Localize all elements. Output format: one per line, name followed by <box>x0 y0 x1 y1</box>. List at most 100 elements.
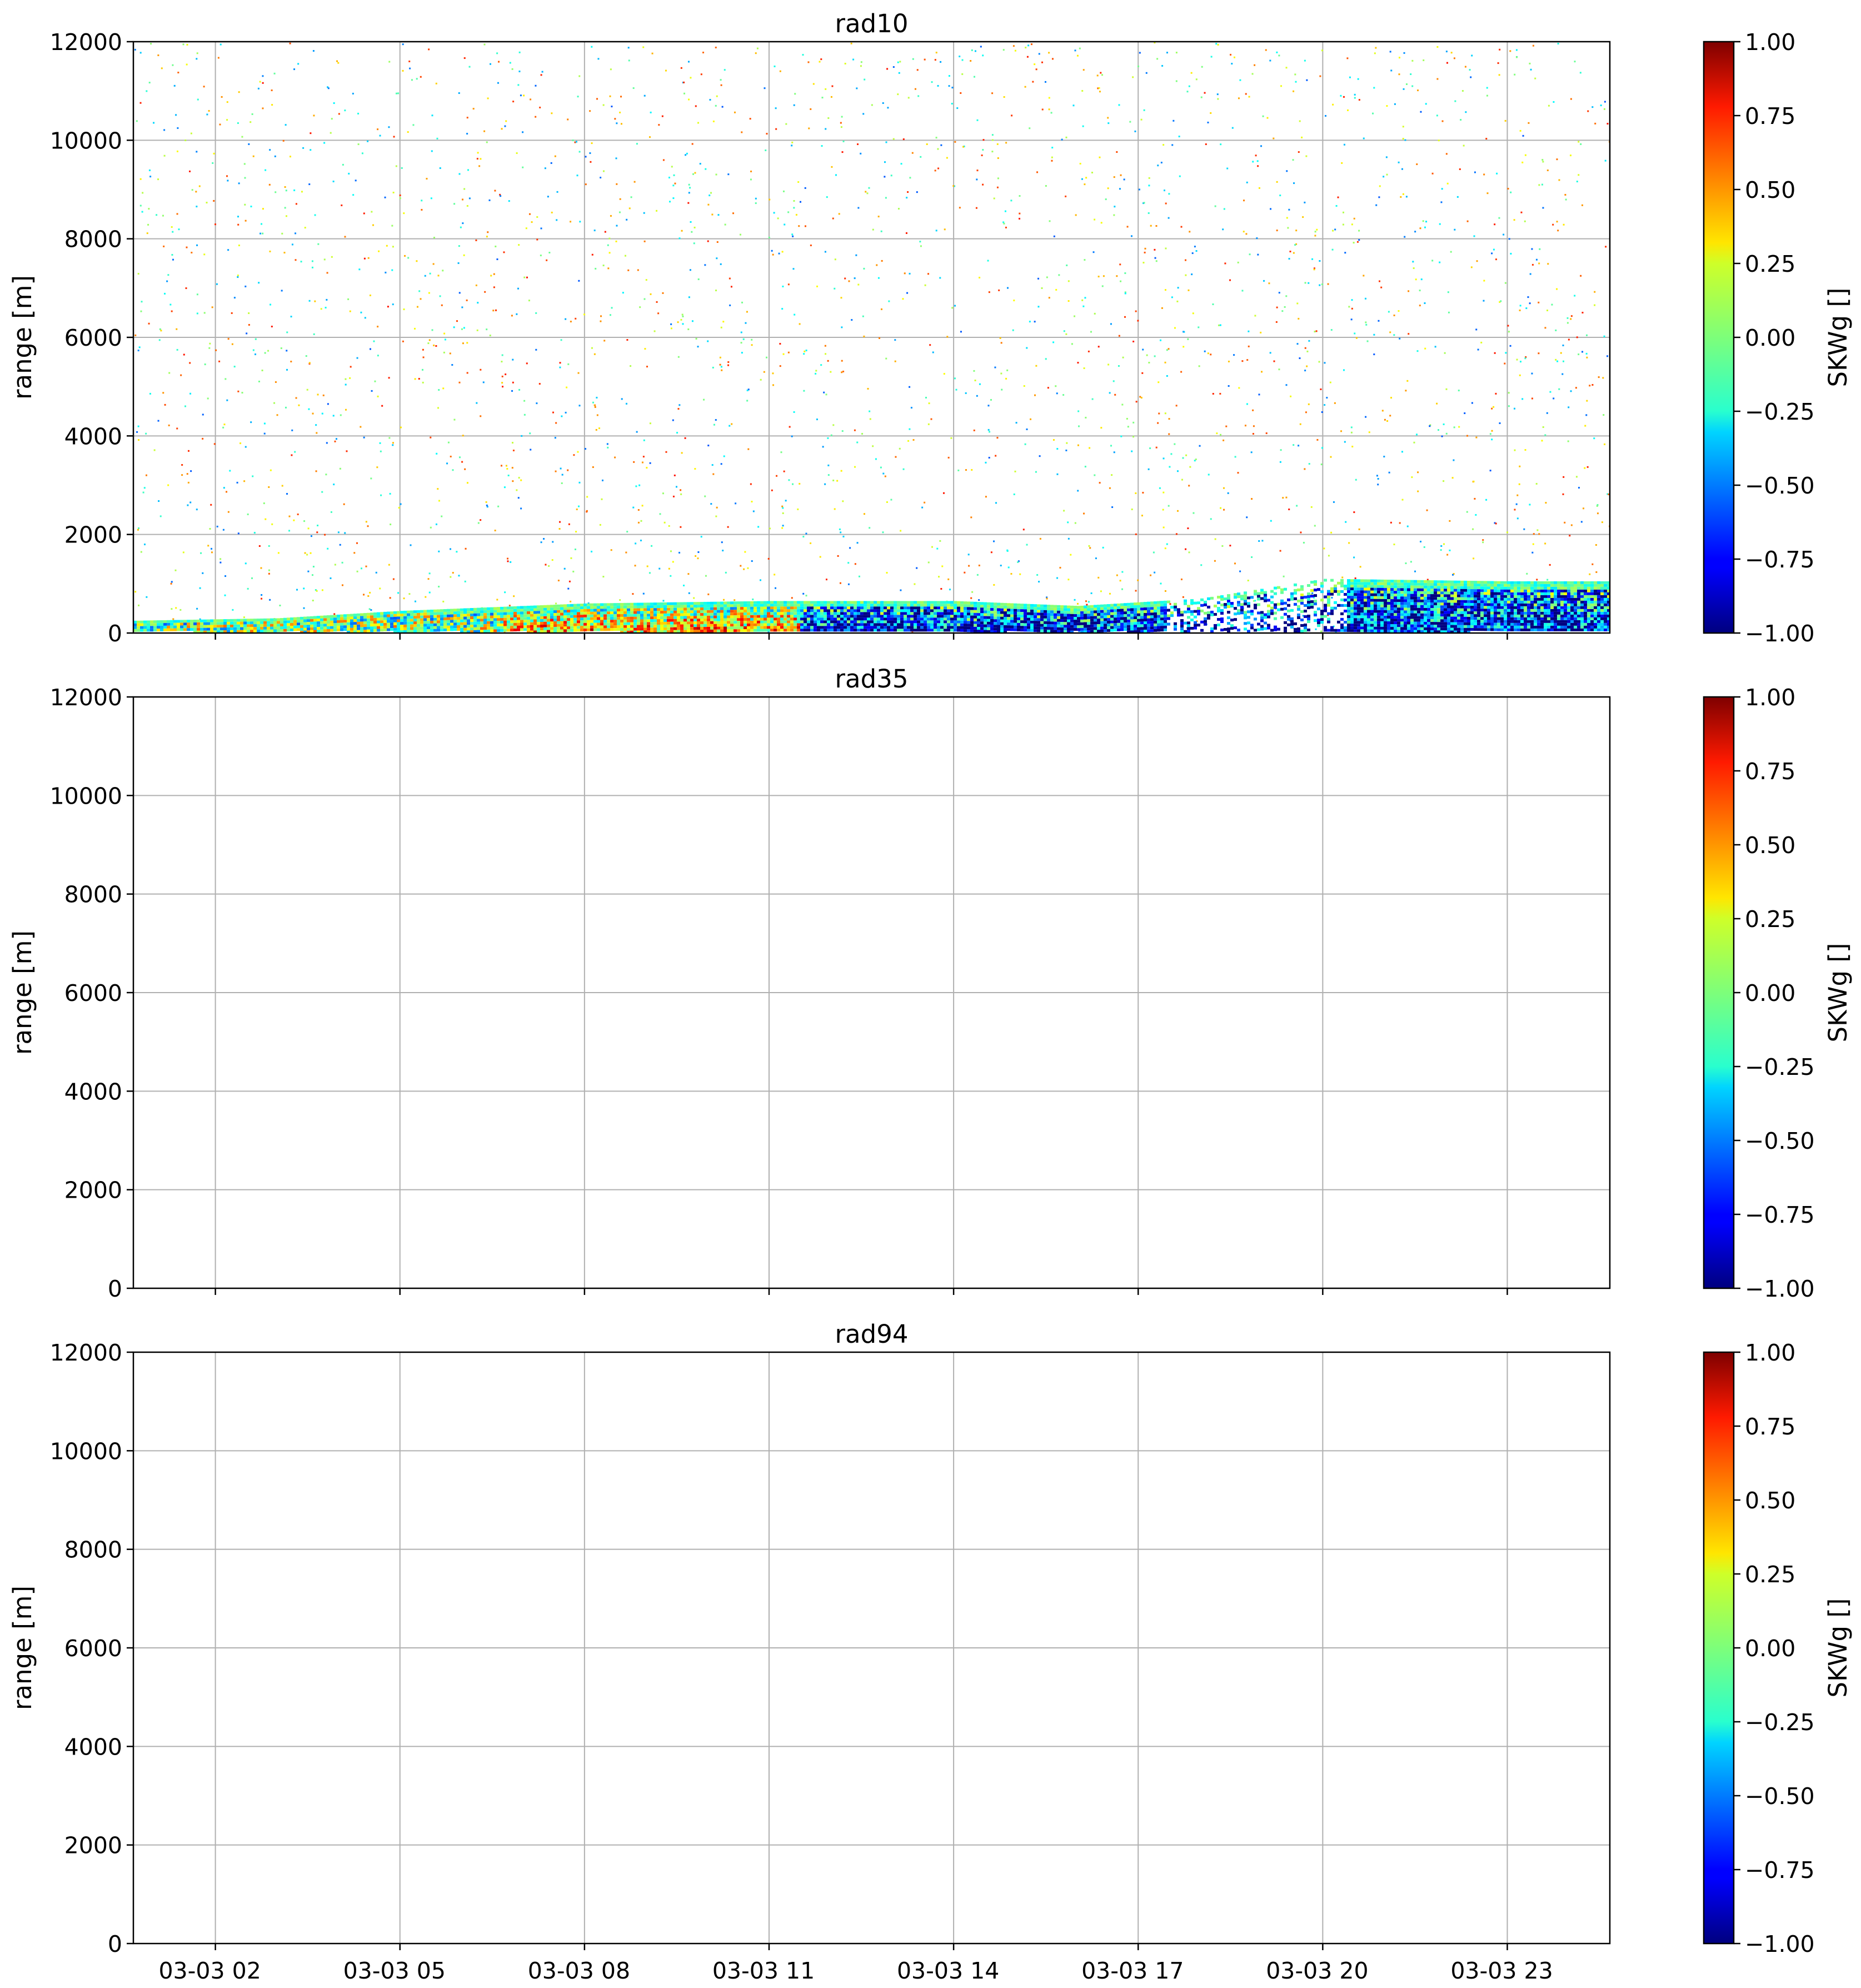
echo-pixel <box>497 629 500 632</box>
echo-pixel <box>523 609 527 612</box>
echo-pixel <box>870 601 874 604</box>
noise-pixel <box>900 589 902 591</box>
noise-pixel <box>1229 545 1231 547</box>
noise-pixel <box>894 360 896 362</box>
echo-pixel <box>380 629 383 632</box>
noise-pixel <box>648 572 651 574</box>
echo-pixel <box>333 626 337 629</box>
echo-pixel <box>560 629 563 632</box>
echo-pixel <box>310 616 313 619</box>
noise-pixel <box>1589 573 1591 575</box>
noise-pixel <box>638 484 641 486</box>
echo-pixel <box>1024 617 1027 621</box>
noise-pixel <box>1265 432 1268 435</box>
noise-pixel <box>1555 329 1557 331</box>
noise-pixel <box>1260 371 1263 373</box>
echo-pixel <box>510 609 513 612</box>
echo-pixel <box>143 629 147 632</box>
noise-pixel <box>186 63 188 66</box>
echo-pixel <box>287 617 290 621</box>
echo-pixel <box>850 612 854 615</box>
echo-pixel <box>310 619 313 622</box>
echo-pixel <box>817 601 820 604</box>
noise-pixel <box>578 151 581 153</box>
echo-pixel <box>653 602 657 606</box>
noise-pixel <box>550 162 552 164</box>
echo-pixel <box>630 616 633 620</box>
echo-pixel <box>490 618 493 621</box>
noise-pixel <box>512 381 514 383</box>
echo-pixel <box>774 626 777 629</box>
noise-pixel <box>162 215 164 217</box>
echo-pixel <box>934 629 937 632</box>
noise-pixel <box>1578 174 1580 176</box>
echo-pixel <box>337 622 340 626</box>
noise-pixel <box>620 123 622 125</box>
echo-pixel <box>287 629 290 632</box>
echo-pixel <box>724 629 727 632</box>
echo-pixel <box>290 617 293 620</box>
noise-pixel <box>431 329 433 331</box>
noise-pixel <box>186 246 188 248</box>
noise-pixel <box>1082 125 1084 127</box>
noise-pixel <box>487 97 489 99</box>
echo-pixel <box>850 604 854 607</box>
echo-pixel <box>857 626 860 629</box>
noise-pixel <box>1278 368 1280 371</box>
noise-pixel <box>461 306 463 308</box>
echo-pixel <box>453 611 457 615</box>
echo-pixel <box>784 623 787 626</box>
noise-pixel <box>1453 426 1455 429</box>
noise-pixel <box>570 557 572 559</box>
noise-pixel <box>509 62 511 64</box>
noise-pixel <box>1252 161 1254 163</box>
echo-pixel <box>527 611 530 614</box>
echo-pixel <box>960 604 964 607</box>
echo-pixel <box>527 627 530 631</box>
noise-pixel <box>621 398 623 400</box>
echo-pixel <box>290 622 293 626</box>
noise-pixel <box>1191 273 1193 276</box>
noise-pixel <box>271 104 273 106</box>
echo-pixel <box>680 621 683 625</box>
noise-pixel <box>338 113 340 115</box>
noise-pixel <box>834 508 836 510</box>
echo-pixel <box>247 627 250 630</box>
noise-pixel <box>713 423 715 426</box>
echo-pixel <box>320 626 323 630</box>
noise-pixel <box>1510 191 1512 193</box>
noise-pixel <box>1447 291 1449 293</box>
noise-pixel <box>196 607 198 610</box>
noise-pixel <box>1231 63 1233 65</box>
echo-pixel <box>353 622 357 625</box>
echo-pixel <box>920 629 924 632</box>
noise-pixel <box>138 604 140 606</box>
noise-pixel <box>688 192 690 194</box>
echo-pixel <box>693 621 697 625</box>
echo-pixel <box>347 627 350 631</box>
echo-pixel <box>1027 629 1030 632</box>
noise-pixel <box>1556 221 1558 223</box>
noise-pixel <box>268 572 270 575</box>
echo-pixel <box>767 617 770 621</box>
echo-pixel <box>577 629 580 632</box>
echo-pixel <box>630 602 633 606</box>
echo-pixel <box>610 628 613 631</box>
echo-pixel <box>517 628 520 631</box>
noise-pixel <box>341 204 343 206</box>
echo-pixel <box>827 626 830 629</box>
noise-pixel <box>656 301 658 303</box>
echo-pixel <box>580 623 583 626</box>
echo-pixel <box>937 601 940 604</box>
noise-pixel <box>312 600 314 602</box>
echo-pixel <box>497 618 500 621</box>
panel-rad10: 020004000600080001000012000rad10range [m… <box>8 9 1853 647</box>
noise-pixel <box>1077 410 1080 412</box>
echo-pixel <box>867 617 870 621</box>
echo-pixel <box>527 608 530 611</box>
echo-pixel <box>360 616 363 619</box>
noise-pixel <box>1560 352 1562 354</box>
echo-pixel <box>613 620 617 623</box>
echo-pixel <box>137 626 140 629</box>
echo-pixel <box>827 623 830 626</box>
